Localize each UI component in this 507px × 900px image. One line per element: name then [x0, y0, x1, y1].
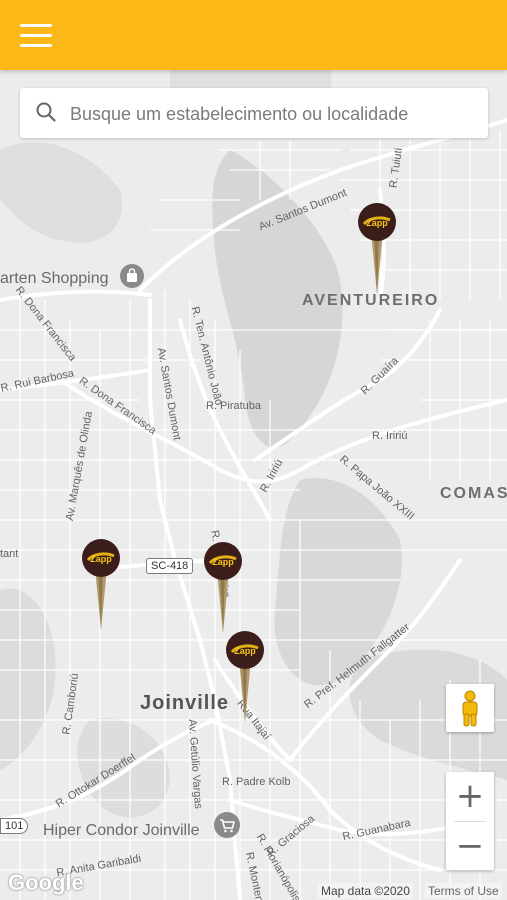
street-label: tant: [0, 548, 19, 560]
poi-label-condor: Hiper Condor Joinville: [43, 822, 200, 839]
search-icon[interactable]: [35, 101, 57, 123]
marker-logo: Zapp: [366, 218, 388, 228]
marker-logo: Zapp: [234, 646, 256, 656]
search-input[interactable]: [68, 98, 480, 130]
establishment-marker[interactable]: Zapp: [357, 202, 397, 296]
poi-label-shopping: arten Shopping: [0, 270, 109, 287]
marker-logo: Zapp: [90, 554, 112, 564]
street-label: R. Iririú: [372, 430, 408, 442]
app-header: [0, 0, 507, 70]
hamburger-menu-icon[interactable]: [14, 17, 58, 55]
marker-pin-icon: Zapp: [82, 539, 120, 630]
road-shield-sc418: SC-418: [146, 558, 194, 574]
marker-pin-icon: Zapp: [358, 203, 396, 294]
establishment-marker[interactable]: Zapp: [225, 630, 265, 724]
street-view-pegman-icon[interactable]: [446, 684, 494, 732]
zoom-out-button[interactable]: −: [446, 822, 494, 870]
establishment-marker[interactable]: Zapp: [81, 538, 121, 632]
marker-logo: Zapp: [212, 557, 234, 567]
terms-of-use-link[interactable]: Terms of Use: [425, 883, 502, 899]
street-label: R. Piratuba: [206, 400, 262, 412]
road-shield-br101: 101: [0, 818, 29, 834]
google-logo[interactable]: Google: [8, 870, 84, 896]
zoom-control: + −: [446, 772, 494, 870]
marker-pin-icon: Zapp: [226, 631, 264, 722]
shopping-bag-icon[interactable]: [120, 264, 144, 288]
shopping-cart-icon[interactable]: [214, 812, 240, 838]
search-bar: [20, 88, 488, 138]
marker-pin-icon: Zapp: [204, 542, 242, 633]
map-canvas[interactable]: AVENTUREIRO COMASA Joinville arten Shopp…: [0, 70, 507, 900]
street-label: R. Padre Kolb: [222, 776, 291, 788]
map-data-attribution[interactable]: Map data ©2020: [318, 883, 413, 899]
zoom-in-button[interactable]: +: [446, 772, 494, 820]
area-label-comasa: COMASA: [440, 485, 507, 502]
city-label-joinville: Joinville: [140, 692, 230, 714]
establishment-marker[interactable]: Zapp: [203, 541, 243, 635]
